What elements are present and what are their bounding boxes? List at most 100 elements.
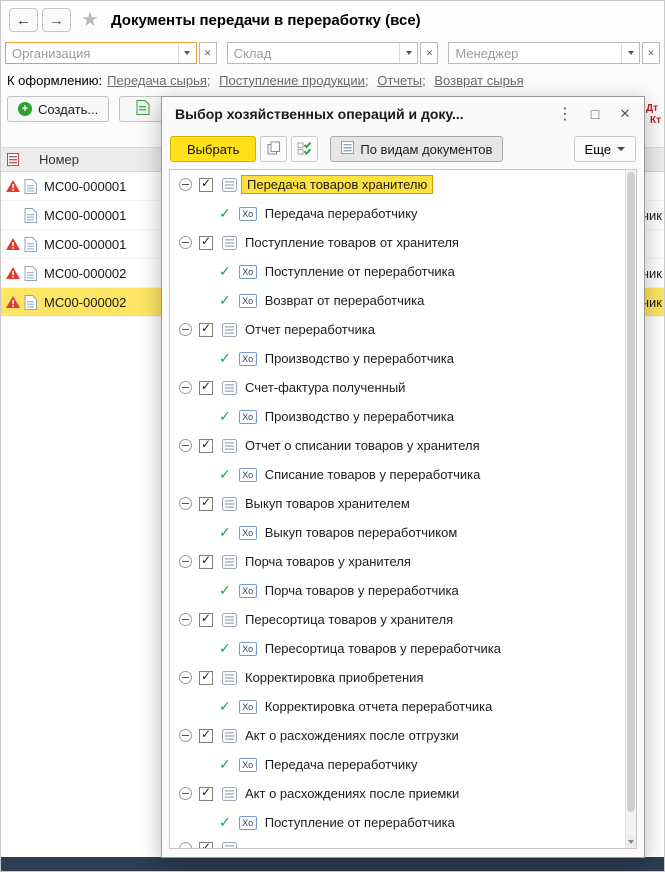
checkbox-checked[interactable] bbox=[199, 611, 213, 627]
tree-row[interactable]: Хо Производство у переработчика bbox=[170, 402, 625, 431]
action-link[interactable]: Возврат сырья bbox=[434, 73, 523, 88]
tree-row[interactable]: Хо Порча товаров у хранителя bbox=[170, 547, 625, 576]
chevron-down-icon[interactable] bbox=[399, 43, 417, 63]
forward-button[interactable] bbox=[42, 8, 71, 32]
action-link[interactable]: Отчеты bbox=[377, 73, 422, 88]
tree-row[interactable]: Хо Отчет переработчика bbox=[170, 315, 625, 344]
tree-row[interactable]: Хо Порча товаров у переработчика bbox=[170, 576, 625, 605]
tree-row[interactable]: Хо Поступление от переработчика bbox=[170, 257, 625, 286]
debit-credit-button[interactable]: Дт Кт bbox=[646, 103, 661, 127]
collapse-icon[interactable] bbox=[179, 236, 192, 249]
checkbox-checked[interactable] bbox=[199, 176, 213, 192]
checkbox-checked[interactable] bbox=[199, 553, 213, 569]
checkbox-checked[interactable] bbox=[199, 840, 213, 848]
tree-row[interactable]: Хо Поступление товаров от хранителя bbox=[170, 228, 625, 257]
tree-row[interactable]: Хо Акт о расхождениях после отгрузки bbox=[170, 721, 625, 750]
tree-row[interactable]: Хо Передача переработчику bbox=[170, 750, 625, 779]
action-link[interactable]: Передача сырья bbox=[107, 73, 207, 88]
scrollbar-thumb[interactable] bbox=[627, 172, 635, 812]
group-by-doc-type-toggle[interactable]: По видам документов bbox=[330, 136, 504, 162]
create-by-copy-button[interactable] bbox=[119, 96, 167, 122]
collapse-icon[interactable] bbox=[179, 381, 192, 394]
tree-row[interactable]: Хо Акт о расхождениях после приемки bbox=[170, 779, 625, 808]
scrollbar-track[interactable] bbox=[625, 170, 636, 848]
filter-combo bbox=[448, 42, 641, 64]
collapse-icon[interactable] bbox=[179, 787, 192, 800]
collapse-icon[interactable] bbox=[179, 613, 192, 626]
tree-row-label: Поступление от переработчика bbox=[264, 264, 455, 279]
dialog-toolbar: Выбрать По видам документов Еще bbox=[162, 131, 644, 167]
collapse-icon[interactable] bbox=[179, 178, 192, 191]
filter-combo bbox=[226, 42, 419, 64]
number-column-header: Номер bbox=[39, 152, 80, 167]
green-check-icon bbox=[219, 640, 231, 657]
chevron-down-icon[interactable] bbox=[177, 43, 196, 63]
check-all-button[interactable] bbox=[291, 136, 319, 162]
group-toggle-label: По видам документов bbox=[360, 141, 493, 157]
clear-icon[interactable] bbox=[198, 42, 217, 64]
tree-row[interactable]: Хо Списание товаров у переработчика bbox=[170, 460, 625, 489]
document-kind-icon bbox=[222, 438, 237, 453]
tree-row[interactable]: Хо bbox=[170, 837, 625, 848]
checkbox-checked[interactable] bbox=[199, 785, 213, 801]
clear-icon[interactable] bbox=[420, 42, 439, 64]
tree-row[interactable]: Хо Счет-фактура полученный bbox=[170, 373, 625, 402]
tree-row[interactable]: Хо Корректировка отчета переработчика bbox=[170, 692, 625, 721]
checkbox-checked[interactable] bbox=[199, 495, 213, 511]
tree-row[interactable]: Хо Передача переработчику bbox=[170, 199, 625, 228]
dialog-menu-icon[interactable] bbox=[554, 103, 576, 125]
debit-label: Дт bbox=[645, 103, 659, 114]
tree-row[interactable]: Хо Пересортица товаров у хранителя bbox=[170, 605, 625, 634]
tree-row[interactable]: Хо Отчет о списании товаров у хранителя bbox=[170, 431, 625, 460]
warning-icon bbox=[5, 266, 21, 280]
tree-row[interactable]: Хо Производство у переработчика bbox=[170, 344, 625, 373]
favorite-star-icon[interactable] bbox=[81, 10, 99, 30]
tree-row[interactable]: Хо Выкуп товаров переработчиком bbox=[170, 518, 625, 547]
collapse-icon[interactable] bbox=[179, 729, 192, 742]
select-button[interactable]: Выбрать bbox=[170, 136, 257, 162]
create-button[interactable]: Создать... bbox=[7, 96, 110, 122]
tree-row-label: Порча товаров у переработчика bbox=[264, 583, 459, 598]
back-button[interactable] bbox=[9, 8, 38, 32]
create-button-label: Создать... bbox=[38, 101, 99, 117]
clear-icon[interactable] bbox=[642, 42, 661, 64]
tree-row[interactable]: Хо Возврат от переработчика bbox=[170, 286, 625, 315]
tree-row[interactable]: Хо Поступление от переработчика bbox=[170, 808, 625, 837]
green-check-icon bbox=[219, 814, 231, 831]
checkbox-checked[interactable] bbox=[199, 234, 213, 250]
tree-row-label: Поступление товаров от хранителя bbox=[245, 235, 459, 250]
checkbox-checked[interactable] bbox=[199, 321, 213, 337]
tree-row-label: Производство у переработчика bbox=[264, 409, 454, 424]
filter-input[interactable] bbox=[6, 43, 178, 63]
collapse-icon[interactable] bbox=[179, 555, 192, 568]
close-icon[interactable] bbox=[614, 103, 636, 125]
copy-button[interactable] bbox=[260, 136, 288, 162]
checkbox-checked[interactable] bbox=[199, 669, 213, 685]
tree-row[interactable]: Хо Пересортица товаров у переработчика bbox=[170, 634, 625, 663]
collapse-icon[interactable] bbox=[179, 842, 192, 848]
tree-row[interactable]: Хо Передача товаров хранителю bbox=[170, 170, 625, 199]
maximize-icon[interactable] bbox=[584, 103, 606, 125]
checkbox-checked[interactable] bbox=[199, 727, 213, 743]
collapse-icon[interactable] bbox=[179, 323, 192, 336]
filter-input[interactable] bbox=[227, 43, 400, 63]
collapse-icon[interactable] bbox=[179, 671, 192, 684]
collapse-icon[interactable] bbox=[179, 497, 192, 510]
action-link[interactable]: Поступление продукции bbox=[219, 73, 365, 88]
checkbox-checked[interactable] bbox=[199, 379, 213, 395]
tree-row[interactable]: Хо Корректировка приобретения bbox=[170, 663, 625, 692]
collapse-icon[interactable] bbox=[179, 439, 192, 452]
document-kind-icon bbox=[222, 670, 237, 685]
tree-row[interactable]: Хо Выкуп товаров хранителем bbox=[170, 489, 625, 518]
filter-input[interactable] bbox=[449, 43, 622, 63]
green-check-icon bbox=[219, 582, 231, 599]
scroll-down-icon[interactable] bbox=[626, 835, 636, 848]
document-icon bbox=[24, 265, 37, 281]
chevron-down-icon[interactable] bbox=[621, 43, 639, 63]
more-button[interactable]: Еще bbox=[573, 136, 636, 162]
document-number: МС00-000002 bbox=[44, 265, 127, 281]
application-window: Документы передачи в переработку (все) bbox=[0, 0, 665, 872]
document-icon bbox=[24, 236, 37, 252]
green-check-icon bbox=[219, 408, 231, 425]
checkbox-checked[interactable] bbox=[199, 437, 213, 453]
